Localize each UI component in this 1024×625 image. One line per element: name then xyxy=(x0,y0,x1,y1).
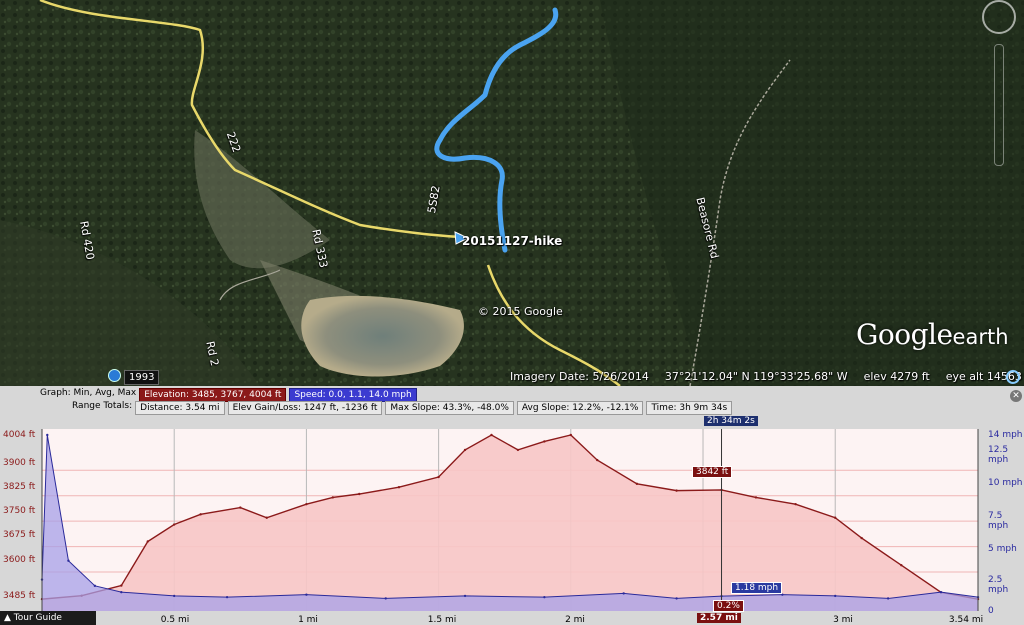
elevation-point xyxy=(305,502,308,506)
look-joystick-icon[interactable] xyxy=(982,0,1016,34)
range-totals-row: Range Totals: Distance: 3.54 mi Elev Gai… xyxy=(72,401,733,415)
graph-summary-row: Graph: Min, Avg, Max Elevation: 3485, 37… xyxy=(40,388,417,402)
speed-point xyxy=(622,592,625,595)
coordinates: 37°21'12.04" N 119°33'25.68" W xyxy=(664,370,848,383)
elevation-speed-chart[interactable] xyxy=(0,427,1024,615)
x-axis-label: 1.5 mi xyxy=(427,615,457,625)
speed-point xyxy=(834,594,837,598)
historical-year-badge[interactable]: 1993 xyxy=(124,370,160,385)
close-icon[interactable]: ✕ xyxy=(1010,390,1022,402)
cursor-distance-label: 2.57 mi xyxy=(697,613,741,623)
elevation-point xyxy=(596,458,599,462)
speed-point xyxy=(939,590,943,594)
y-right-label: 7.5 mph xyxy=(988,511,1009,531)
elevation-point xyxy=(543,440,546,443)
elevation-point xyxy=(794,502,797,506)
map-view[interactable]: 222 Rd 420 Rd 333 Rd 2 Beasore Rd 5S82 2… xyxy=(0,0,1024,386)
range-totals-label: Range Totals: xyxy=(72,401,133,411)
speed-point xyxy=(46,433,49,437)
speed-point xyxy=(93,584,97,588)
y-right-label: 5 mph xyxy=(988,544,1017,554)
speed-point xyxy=(384,597,387,600)
speed-point xyxy=(886,597,890,600)
elevation-point xyxy=(437,475,440,479)
elevation-point xyxy=(834,516,837,519)
speed-point xyxy=(675,597,678,600)
y-right-label: 12.5 mph xyxy=(988,445,1009,465)
elevation-point xyxy=(900,564,903,567)
navigation-controls[interactable] xyxy=(980,0,1018,190)
elevation-point xyxy=(463,448,467,452)
copyright-notice: © 2015 Google xyxy=(478,305,563,318)
x-axis-label: 3 mi xyxy=(833,615,853,625)
y-left-label: 3900 ft xyxy=(3,458,36,468)
elevation-point xyxy=(516,448,520,452)
elevation-point xyxy=(146,540,149,543)
elevation-point xyxy=(397,486,401,489)
streaming-status-icon xyxy=(1006,370,1020,384)
historical-imagery-icon[interactable] xyxy=(108,369,121,382)
imagery-date: Imagery Date: 5/26/2014 xyxy=(510,370,649,383)
google-earth-logo: Googleearth xyxy=(856,318,1009,351)
track-label[interactable]: 20151127-hike xyxy=(462,234,562,248)
cursor-speed-label: 1.18 mph xyxy=(731,582,783,594)
y-right-label: 2.5 mph xyxy=(988,575,1009,595)
elevation-point xyxy=(358,492,361,496)
logo-google-text: Google xyxy=(856,318,953,351)
x-axis-label: 2 mi xyxy=(565,615,585,625)
y-right-label: 14 mph xyxy=(988,430,1023,440)
y-left-label: 4004 ft xyxy=(3,430,36,440)
elevation-point xyxy=(754,496,758,499)
elevation-point xyxy=(860,536,863,540)
y-right-label: 10 mph xyxy=(988,478,1023,488)
y-left-label: 3825 ft xyxy=(3,482,36,492)
elevation-summary-button[interactable]: Elevation: 3485, 3767, 4004 ft xyxy=(139,388,287,402)
cursor-grade-label: 0.2% xyxy=(713,600,744,612)
speed-point xyxy=(67,559,70,562)
y-left-label: 3485 ft xyxy=(3,591,36,601)
graph-summary-label: Graph: Min, Avg, Max xyxy=(40,388,137,398)
elevation-point xyxy=(331,496,335,499)
y-left-label: 3750 ft xyxy=(3,506,36,516)
tour-guide-button[interactable]: ▲ Tour Guide xyxy=(0,611,96,625)
speed-point xyxy=(120,590,123,594)
elevation-point xyxy=(239,506,242,509)
gain-loss-stat: Elev Gain/Loss: 1247 ft, -1236 ft xyxy=(227,401,383,415)
elevation-point xyxy=(635,482,639,486)
elevation-point xyxy=(199,513,202,516)
elevation-point xyxy=(490,433,493,437)
speed-point xyxy=(225,595,229,599)
status-bar: Imagery Date: 5/26/2014 37°21'12.04" N 1… xyxy=(510,370,1024,383)
elevation-point xyxy=(265,516,268,519)
elevation-point xyxy=(120,584,123,587)
x-axis-label: 3.54 mi xyxy=(948,615,984,625)
speed-point xyxy=(463,594,467,598)
distance-stat: Distance: 3.54 mi xyxy=(135,401,225,415)
x-axis-label: 1 mi xyxy=(298,615,318,625)
speed-point xyxy=(543,595,546,599)
cursor-time-label: 2h 34m 2s xyxy=(704,416,758,426)
y-left-label: 3675 ft xyxy=(3,530,36,540)
speed-point xyxy=(173,594,176,598)
pointer-elevation: elev 4279 ft xyxy=(863,370,930,383)
max-slope-stat: Max Slope: 43.3%, -48.0% xyxy=(385,401,514,415)
logo-earth-text: earth xyxy=(952,325,1009,349)
avg-slope-stat: Avg Slope: 12.2%, -12.1% xyxy=(516,401,644,415)
cursor-elevation-label: 3842 ft xyxy=(692,466,733,478)
y-right-label: 0 xyxy=(988,606,994,616)
x-axis-label: 0.5 mi xyxy=(160,615,190,625)
elevation-point xyxy=(173,523,176,526)
speed-summary-button[interactable]: Speed: 0.0, 1.1, 14.0 mph xyxy=(289,388,417,402)
tour-guide-label: Tour Guide xyxy=(13,613,62,623)
time-stat: Time: 3h 9m 34s xyxy=(646,401,733,415)
zoom-slider[interactable] xyxy=(994,44,1004,166)
elevation-point xyxy=(675,489,678,492)
y-left-label: 3600 ft xyxy=(3,555,36,565)
elevation-point xyxy=(569,433,573,437)
speed-point xyxy=(305,593,308,596)
